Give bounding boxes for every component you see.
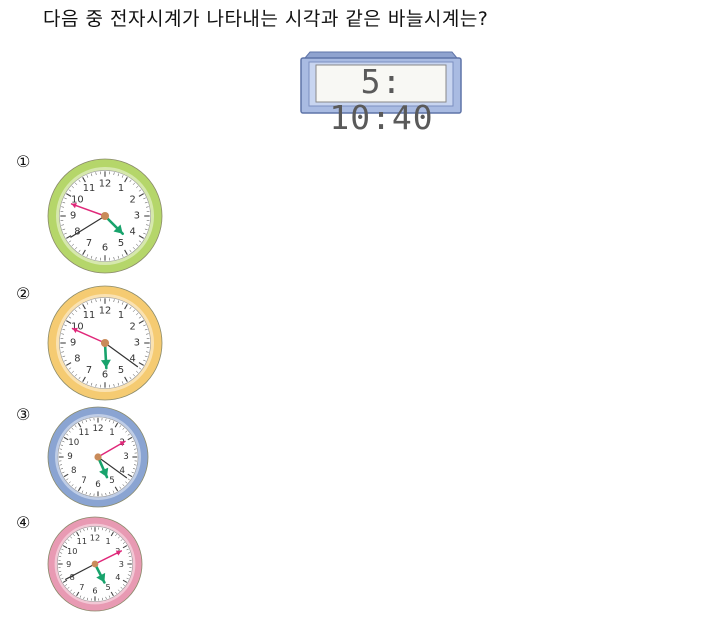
digital-clock: 5: 10:40 (300, 50, 462, 137)
dial-number-6: 6 (102, 369, 108, 380)
dial-number-6: 6 (92, 585, 97, 595)
dial-number-5: 5 (118, 365, 124, 376)
dial-number-8: 8 (74, 353, 80, 364)
dial-number-10: 10 (67, 546, 77, 556)
dial-number-8: 8 (71, 466, 77, 476)
dial-number-7: 7 (81, 476, 87, 486)
choice-number-2[interactable]: ② (16, 284, 30, 303)
clock-center-dot (100, 211, 110, 221)
dial-number-9: 9 (66, 559, 71, 569)
dial-number-3: 3 (123, 452, 129, 462)
dial-number-9: 9 (70, 338, 76, 349)
dial-number-12: 12 (99, 306, 112, 317)
dial-number-2: 2 (130, 195, 136, 206)
dial-number-5: 5 (106, 582, 111, 592)
dial-number-7: 7 (79, 582, 84, 592)
dial-number-2: 2 (130, 322, 136, 333)
choice-number-1[interactable]: ① (16, 152, 30, 171)
clock-face-svg: 121234567891011 (47, 285, 163, 401)
dial-number-7: 7 (86, 365, 92, 376)
clock-center-dot (91, 560, 99, 568)
clock-center-dot (94, 453, 102, 461)
analog-clock-4[interactable]: 121234567891011 (47, 516, 143, 616)
clock-face-svg: 121234567891011 (47, 406, 149, 508)
dial-number-3: 3 (134, 338, 140, 349)
dial-number-4: 4 (130, 226, 136, 237)
dial-number-4: 4 (115, 572, 120, 582)
dial-number-1: 1 (106, 536, 111, 546)
digital-time-display: 5: 10:40 (329, 62, 434, 137)
choice-number-4[interactable]: ④ (16, 513, 30, 532)
dial-number-1: 1 (118, 183, 124, 194)
analog-clock-1[interactable]: 12 1 2 3 4 5 6 7 8 9 10 11 (47, 158, 163, 278)
dial-number-5: 5 (118, 238, 124, 249)
dial-number-6: 6 (102, 242, 108, 253)
dial-number-3: 3 (119, 559, 124, 569)
dial-number-11: 11 (78, 428, 89, 438)
dial-number-11: 11 (83, 310, 96, 321)
question-text: 다음 중 전자시계가 나타내는 시각과 같은 바늘시계는? (43, 8, 489, 30)
dial-number-1: 1 (118, 310, 124, 321)
analog-clock-3[interactable]: 121234567891011 (47, 406, 149, 512)
dial-number-11: 11 (83, 183, 96, 194)
dial-number-7: 7 (86, 238, 92, 249)
dial-number-10: 10 (68, 438, 79, 448)
clock-center-dot (100, 338, 110, 348)
clock-face-svg: 121234567891011 (47, 516, 143, 612)
dial-number-5: 5 (109, 476, 115, 486)
dial-number-3: 3 (134, 211, 140, 222)
choice-number-3[interactable]: ③ (16, 405, 30, 424)
dial-number-1: 1 (109, 428, 115, 438)
dial-number-9: 9 (67, 452, 73, 462)
dial-number-9: 9 (70, 211, 76, 222)
dial-number-12: 12 (92, 424, 103, 434)
clock-face-svg: 121234567891011 (47, 158, 163, 274)
dial-number-11: 11 (77, 536, 87, 546)
dial-number-6: 6 (95, 480, 101, 490)
dial-number-12: 12 (90, 533, 100, 543)
dial-number-12: 12 (99, 179, 112, 190)
analog-clock-2[interactable]: 12 1 2 3 4 5 6 7 8 9 10 11 (47, 285, 163, 405)
